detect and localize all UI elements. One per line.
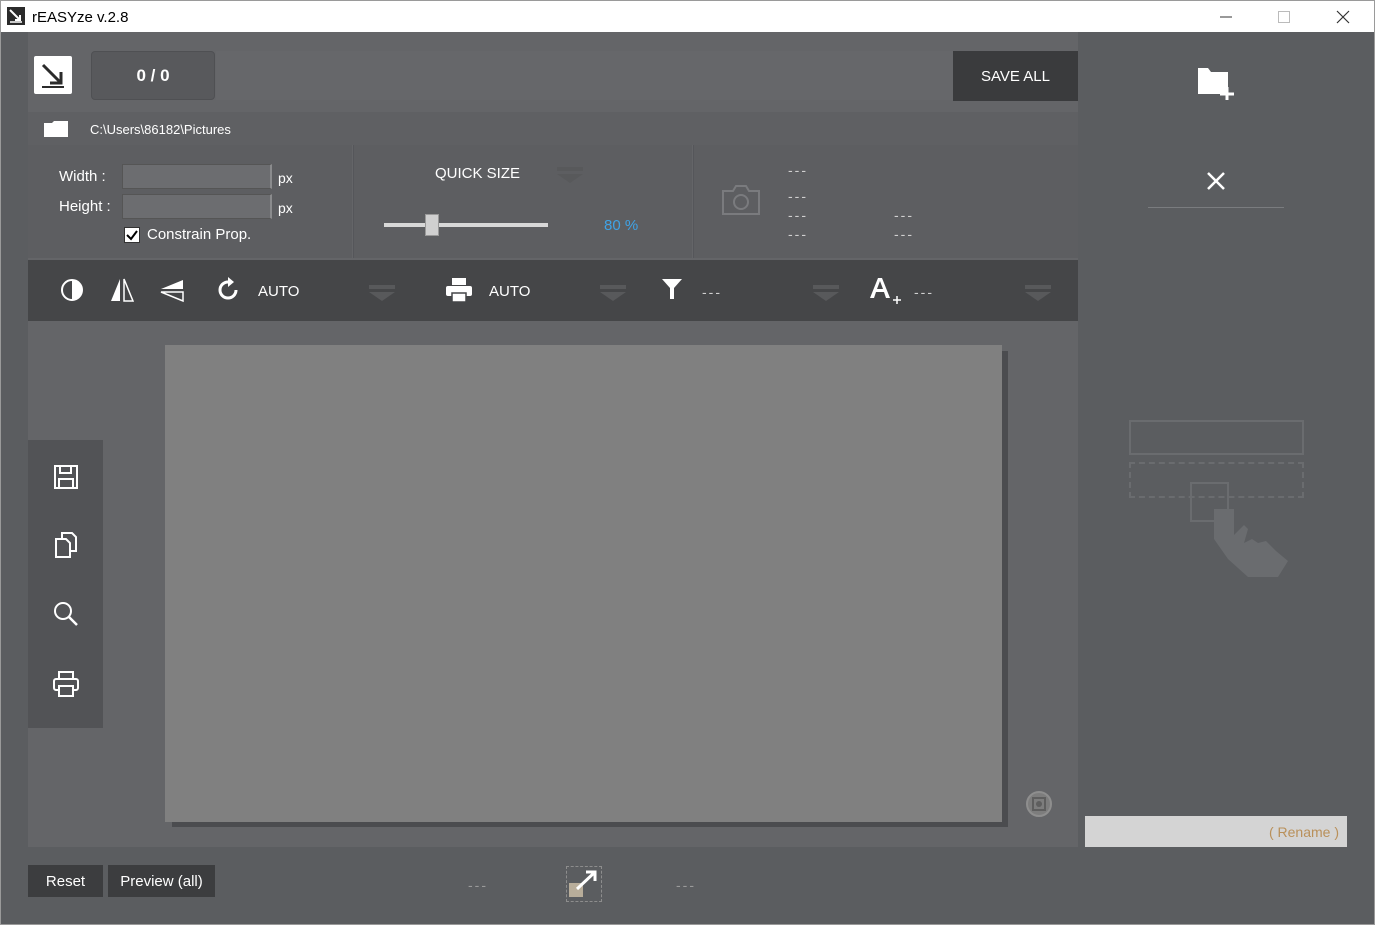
drop-hint-box-top xyxy=(1129,420,1304,455)
preview-all-label: Preview (all) xyxy=(120,872,203,890)
resize-arrow-icon xyxy=(569,870,597,897)
size-panel: Width : Height : px px Constrain Prop. xyxy=(28,145,352,258)
minimize-button[interactable] xyxy=(1197,1,1255,32)
contrast-icon[interactable] xyxy=(60,278,84,302)
original-size-text: --- xyxy=(468,877,488,893)
copy-icon xyxy=(54,532,77,558)
drag-hand-icon xyxy=(1190,482,1288,577)
reset-label: Reset xyxy=(45,872,86,890)
clear-button[interactable] xyxy=(1201,166,1231,196)
constrain-checkbox[interactable] xyxy=(124,227,140,243)
exif-panel: --- --- --- --- --- --- xyxy=(693,145,1078,258)
print-button[interactable] xyxy=(28,650,103,718)
save-all-label: SAVE ALL xyxy=(981,67,1050,85)
counter-text: 0 / 0 xyxy=(136,65,170,85)
add-folder-icon xyxy=(1198,68,1234,100)
side-action-bar xyxy=(28,440,103,728)
right-panel-divider xyxy=(1148,207,1284,208)
height-label: Height : xyxy=(59,198,111,215)
exif-line-4a: --- xyxy=(788,226,808,242)
app-window: rEASYze v.2.8 0 / 0 SAVE ALL C:\Users\86… xyxy=(0,0,1375,925)
text-value: --- xyxy=(914,284,934,300)
exif-line-3a: --- xyxy=(788,207,808,223)
resize-arrow-icon xyxy=(41,63,64,88)
exif-line-3b: --- xyxy=(894,207,914,223)
quick-size-slider-thumb[interactable] xyxy=(424,214,439,236)
checkmark-icon xyxy=(126,230,138,241)
search-icon xyxy=(53,602,78,626)
height-unit: px xyxy=(278,200,293,216)
printer-icon xyxy=(52,671,79,697)
filter-value: --- xyxy=(702,284,722,300)
height-input[interactable] xyxy=(122,194,272,219)
maximize-icon xyxy=(1278,10,1290,23)
filter-dropdown-icon[interactable] xyxy=(813,285,839,301)
printer-icon[interactable] xyxy=(445,277,473,303)
add-text-icon[interactable] xyxy=(869,277,903,305)
save-button[interactable] xyxy=(28,443,103,511)
zoom-button[interactable] xyxy=(28,580,103,648)
quick-size-percent: 80 % xyxy=(604,217,639,234)
close-window-button[interactable] xyxy=(1314,1,1372,32)
save-icon xyxy=(53,465,78,489)
window-title: rEASYze v.2.8 xyxy=(32,9,129,26)
exif-line-2: --- xyxy=(788,188,808,204)
path-bar[interactable]: C:\Users\86182\Pictures xyxy=(28,112,1078,145)
flip-vertical-icon[interactable] xyxy=(159,277,185,303)
exif-line-1: --- xyxy=(788,162,808,178)
editor-panel: 0 / 0 SAVE ALL C:\Users\86182\Pictures W… xyxy=(28,32,1078,847)
progress-track xyxy=(216,51,953,100)
quick-size-panel: QUICK SIZE 80 % xyxy=(353,145,692,258)
add-folder-button[interactable] xyxy=(1194,64,1238,100)
copy-button[interactable] xyxy=(28,511,103,579)
quick-size-dropdown-icon[interactable] xyxy=(557,167,583,183)
path-text: C:\Users\86182\Pictures xyxy=(90,122,231,137)
image-counter: 0 / 0 xyxy=(91,51,215,100)
preview-all-button[interactable]: Preview (all) xyxy=(108,865,215,897)
minimize-icon xyxy=(1220,16,1232,17)
print-dropdown-icon[interactable] xyxy=(600,285,626,301)
save-all-button[interactable]: SAVE ALL xyxy=(953,51,1078,101)
width-unit: px xyxy=(278,170,293,186)
folder-icon xyxy=(44,121,68,137)
camera-icon xyxy=(722,185,760,215)
exif-line-4b: --- xyxy=(894,226,914,242)
rotate-dropdown-icon[interactable] xyxy=(369,285,395,301)
close-icon xyxy=(1207,172,1225,190)
quick-size-label: QUICK SIZE xyxy=(435,165,521,182)
print-value: AUTO xyxy=(489,283,531,300)
width-label: Width : xyxy=(59,168,106,185)
app-logo-icon xyxy=(7,7,25,25)
rename-input[interactable]: ( Rename ) xyxy=(1085,816,1347,847)
constrain-label: Constrain Prop. xyxy=(147,226,252,243)
resize-compare-button[interactable] xyxy=(566,866,602,902)
rotate-value: AUTO xyxy=(258,283,300,300)
width-input[interactable] xyxy=(122,164,272,189)
flip-horizontal-icon[interactable] xyxy=(110,277,134,303)
fit-settings-icon[interactable] xyxy=(1025,790,1053,818)
filter-icon[interactable] xyxy=(661,278,683,300)
toolbar: AUTO AUTO --- --- xyxy=(28,260,1078,321)
image-preview-canvas[interactable] xyxy=(165,345,1002,822)
close-icon xyxy=(1336,10,1350,23)
rotate-icon[interactable] xyxy=(215,277,241,303)
title-bar: rEASYze v.2.8 xyxy=(1,1,1374,32)
maximize-button[interactable] xyxy=(1255,1,1313,32)
app-logo-button[interactable] xyxy=(34,56,72,94)
reset-button[interactable]: Reset xyxy=(28,865,103,897)
new-size-text: --- xyxy=(676,877,696,893)
rename-placeholder: ( Rename ) xyxy=(1268,823,1339,840)
text-dropdown-icon[interactable] xyxy=(1025,285,1051,301)
quick-size-slider[interactable] xyxy=(384,214,548,236)
